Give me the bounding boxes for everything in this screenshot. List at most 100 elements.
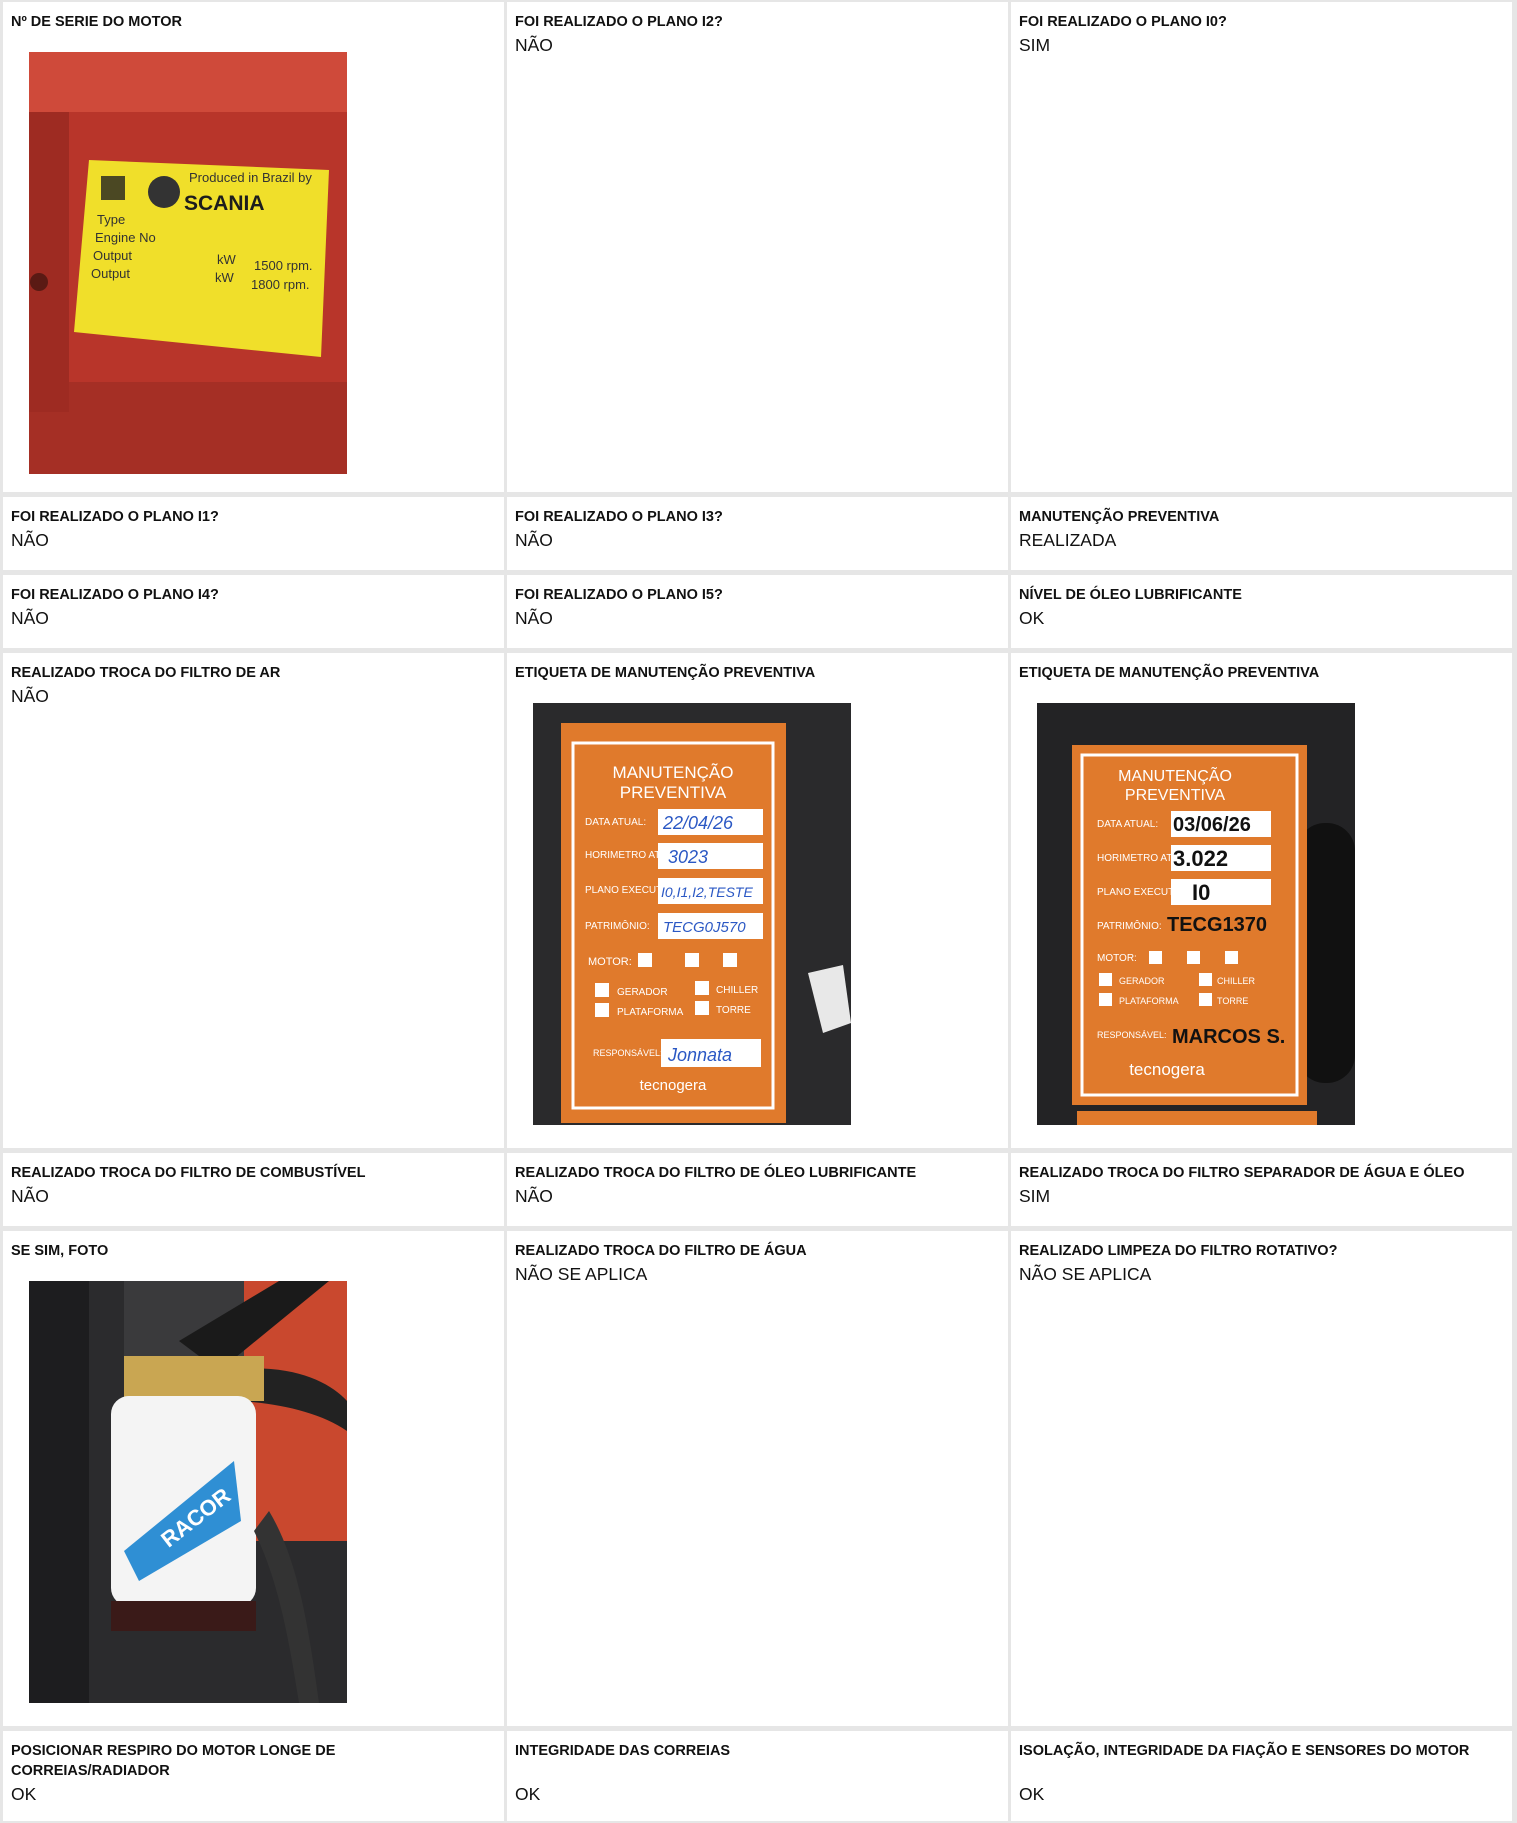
field-value: OK: [515, 1784, 541, 1804]
field-label: ETIQUETA DE MANUTENÇÃO PREVENTIVA: [515, 665, 816, 681]
maintenance-tag-image-1: MANUTENÇÃO PREVENTIVA DATA ATUAL: 22/04/…: [533, 703, 851, 1125]
field-value: NÃO SE APLICA: [1019, 1264, 1152, 1284]
cell-oil-level: NÍVEL DE ÓLEO LUBRIFICANTE OK: [1011, 575, 1512, 648]
field-value: NÃO SE APLICA: [515, 1264, 648, 1284]
tag2-v2: 3.022: [1173, 846, 1228, 871]
field-label: INTEGRIDADE DAS CORREIAS: [515, 1743, 731, 1759]
field-value: NÃO: [515, 608, 553, 628]
field-label: FOI REALIZADO O PLANO I2?: [515, 14, 723, 30]
cell-wiring-insulation: ISOLAÇÃO, INTEGRIDADE DA FIAÇÃO E SENSOR…: [1011, 1731, 1512, 1821]
tag1-v1: 22/04/26: [662, 813, 734, 833]
plate-engine-label: Engine No: [95, 230, 156, 245]
tag1-v10: Jonnata: [667, 1045, 732, 1065]
field-label: FOI REALIZADO O PLANO I4?: [11, 587, 219, 603]
maintenance-tag-photo-2[interactable]: MANUTENÇÃO PREVENTIVA DATA ATUAL: 03/06/…: [1037, 703, 1355, 1125]
field-value: NÃO: [11, 608, 49, 628]
field-value: NÃO: [11, 530, 49, 550]
cell-water-filter: REALIZADO TROCA DO FILTRO DE ÁGUA NÃO SE…: [507, 1231, 1008, 1726]
cell-maintenance-tag-2: ETIQUETA DE MANUTENÇÃO PREVENTIVA MANUTE…: [1011, 653, 1512, 1148]
field-value: OK: [1019, 1784, 1045, 1804]
field-value: NÃO: [11, 686, 49, 706]
field-label: ISOLAÇÃO, INTEGRIDADE DA FIAÇÃO E SENSOR…: [1019, 1743, 1470, 1759]
maintenance-tag-image-2: MANUTENÇÃO PREVENTIVA DATA ATUAL: 03/06/…: [1037, 703, 1355, 1125]
tag2-f9: TORRE: [1217, 996, 1248, 1006]
cell-maintenance-tag-1: ETIQUETA DE MANUTENÇÃO PREVENTIVA MANUTE…: [507, 653, 1008, 1148]
tag1-f4: PATRIMÔNIO:: [585, 919, 650, 932]
plate-output-label-2: Output: [91, 266, 130, 281]
field-label: REALIZADO LIMPEZA DO FILTRO ROTATIVO?: [1019, 1243, 1338, 1259]
cell-preventive-maintenance: MANUTENÇÃO PREVENTIVA REALIZADA: [1011, 497, 1512, 570]
tag2-v10: MARCOS S.: [1172, 1026, 1285, 1048]
field-label: FOI REALIZADO O PLANO I1?: [11, 509, 219, 525]
cell-air-filter: REALIZADO TROCA DO FILTRO DE AR NÃO: [3, 653, 504, 1148]
field-value: OK: [1019, 608, 1045, 628]
tag1-f8: PLATAFORMA: [617, 1007, 684, 1018]
tag2-brand: tecnogera: [1129, 1060, 1205, 1079]
cell-photo-if-yes: SE SIM, FOTO RACOR: [3, 1231, 504, 1726]
cell-plan-i0: FOI REALIZADO O PLANO I0? SIM: [1011, 2, 1512, 492]
cell-belt-integrity: INTEGRIDADE DAS CORREIAS OK: [507, 1731, 1008, 1821]
tag2-v3: I0: [1192, 880, 1210, 905]
plate-rpm-2: 1800 rpm.: [251, 277, 310, 292]
engine-plate-photo[interactable]: Produced in Brazil by SCANIA Type Engine…: [29, 52, 347, 474]
tag2-f5: MOTOR:: [1097, 953, 1137, 964]
field-label: REALIZADO TROCA DO FILTRO DE COMBUSTÍVEL: [11, 1165, 366, 1181]
tag2-f6: GERADOR: [1119, 976, 1165, 986]
plate-produced-text: Produced in Brazil by: [189, 170, 312, 185]
tag2-title2: PREVENTIVA: [1125, 787, 1226, 804]
plate-kw-1: kW: [217, 252, 237, 267]
field-label: FOI REALIZADO O PLANO I3?: [515, 509, 723, 525]
cell-plan-i3: FOI REALIZADO O PLANO I3? NÃO: [507, 497, 1008, 570]
field-label: REALIZADO TROCA DO FILTRO DE AR: [11, 665, 281, 681]
tag2-v1: 03/06/26: [1173, 814, 1251, 836]
plate-output-label-1: Output: [93, 248, 132, 263]
tag2-title1: MANUTENÇÃO: [1118, 765, 1232, 785]
field-label: POSICIONAR RESPIRO DO MOTOR LONGE DE COR…: [11, 1743, 336, 1779]
plate-rpm-1: 1500 rpm.: [254, 258, 313, 273]
cell-plan-i4: FOI REALIZADO O PLANO I4? NÃO: [3, 575, 504, 648]
tag1-f5: MOTOR:: [588, 956, 632, 968]
plate-kw-2: kW: [215, 270, 235, 285]
cell-oil-filter: REALIZADO TROCA DO FILTRO DE ÓLEO LUBRIF…: [507, 1153, 1008, 1226]
cell-plan-i5: FOI REALIZADO O PLANO I5? NÃO: [507, 575, 1008, 648]
field-value: NÃO: [515, 530, 553, 550]
field-label: ETIQUETA DE MANUTENÇÃO PREVENTIVA: [1019, 665, 1320, 681]
tag1-f10: RESPONSÁVEL:: [593, 1048, 663, 1058]
field-label: MANUTENÇÃO PREVENTIVA: [1019, 509, 1220, 525]
plate-brand-text: SCANIA: [184, 192, 265, 215]
tag2-f8: PLATAFORMA: [1119, 996, 1179, 1006]
field-value: NÃO: [515, 35, 553, 55]
tag1-f7: CHILLER: [716, 985, 758, 996]
tag1-brand: tecnogera: [640, 1077, 707, 1094]
field-value: REALIZADA: [1019, 530, 1117, 550]
cell-fuel-filter: REALIZADO TROCA DO FILTRO DE COMBUSTÍVEL…: [3, 1153, 504, 1226]
field-label: SE SIM, FOTO: [11, 1243, 109, 1259]
field-label: FOI REALIZADO O PLANO I5?: [515, 587, 723, 603]
cell-engine-breather: POSICIONAR RESPIRO DO MOTOR LONGE DE COR…: [3, 1731, 504, 1821]
tag1-f9: TORRE: [716, 1005, 751, 1016]
tag2-v4: TECG1370: [1167, 914, 1267, 936]
maintenance-tag-photo-1[interactable]: MANUTENÇÃO PREVENTIVA DATA ATUAL: 22/04/…: [533, 703, 851, 1125]
plate-type-label: Type: [97, 212, 125, 227]
checklist-grid: Nº DE SERIE DO MOTOR Produced in Brazil …: [0, 0, 1517, 1823]
cell-plan-i1: FOI REALIZADO O PLANO I1? NÃO: [3, 497, 504, 570]
field-value: OK: [11, 1784, 37, 1804]
tag1-f6: GERADOR: [617, 987, 668, 998]
tag1-v4: TECG0J570: [663, 919, 746, 936]
field-label: NÍVEL DE ÓLEO LUBRIFICANTE: [1019, 587, 1242, 603]
tag1-title2: PREVENTIVA: [620, 783, 727, 802]
field-value: SIM: [1019, 1186, 1051, 1206]
cell-engine-serial: Nº DE SERIE DO MOTOR Produced in Brazil …: [3, 2, 504, 492]
tag2-f4: PATRIMÔNIO:: [1097, 919, 1162, 932]
racor-filter-photo[interactable]: RACOR: [29, 1281, 347, 1703]
engine-plate-image: Produced in Brazil by SCANIA Type Engine…: [29, 52, 347, 474]
field-value: NÃO: [11, 1186, 49, 1206]
tag2-f7: CHILLER: [1217, 976, 1256, 986]
tag2-f10: RESPONSÁVEL:: [1097, 1030, 1167, 1040]
tag1-v2: 3023: [668, 847, 708, 867]
tag1-f1: DATA ATUAL:: [585, 817, 646, 828]
field-label: FOI REALIZADO O PLANO I0?: [1019, 14, 1227, 30]
field-label: REALIZADO TROCA DO FILTRO SEPARADOR DE Á…: [1019, 1165, 1465, 1181]
field-label: REALIZADO TROCA DO FILTRO DE ÓLEO LUBRIF…: [515, 1165, 917, 1181]
cell-water-oil-separator: REALIZADO TROCA DO FILTRO SEPARADOR DE Á…: [1011, 1153, 1512, 1226]
